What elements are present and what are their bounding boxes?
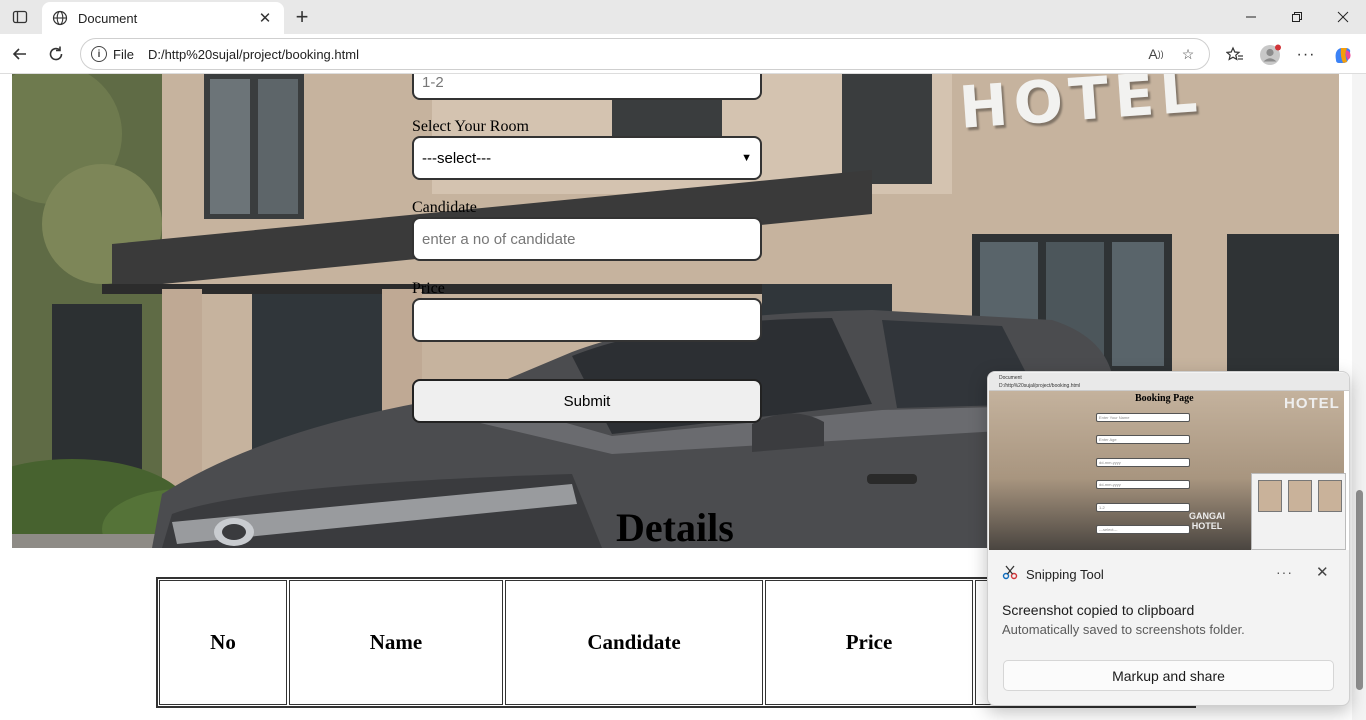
address-scheme: File [113,46,134,62]
scrollbar-thumb[interactable] [1356,490,1363,690]
tab-title: Document [78,10,138,26]
snipping-tool-app-name: Snipping Tool [1026,567,1104,582]
thumbnail-field: dd-mm-yyyy [1096,458,1190,467]
more-icon[interactable]: ··· [1293,42,1319,68]
markup-and-share-button[interactable]: Markup and share [1003,660,1334,691]
booking-form: 1-2 Select Your Room ---select--- ▼ Cand… [412,74,762,423]
thumbnail-field: dd-mm-yyyy [1096,480,1190,489]
copilot-icon[interactable] [1330,42,1356,68]
candidate-input[interactable]: enter a no of candidate [412,217,762,261]
address-url[interactable]: D:/http%20sujal/project/booking.html [148,47,1145,62]
column-header-name: Name [289,580,503,705]
room-select[interactable]: ---select--- ▼ [412,136,762,180]
thumbnail-field: Enter Age [1096,435,1190,444]
price-label: Price [412,280,445,297]
sidebar-icon[interactable] [8,7,32,27]
close-icon[interactable]: ✕ [1316,563,1329,581]
maximize-icon[interactable] [1274,0,1320,34]
notification-sub-message: Automatically saved to screenshots folde… [1002,622,1245,637]
chevron-down-icon: ▼ [741,152,752,164]
thumbnail-card [1288,480,1312,512]
thumbnail-page: Booking Page HOTEL Enter Your Name Enter… [989,391,1346,550]
close-icon[interactable]: ✕ [256,9,274,27]
close-window-icon[interactable] [1320,0,1366,34]
thumbnail-sign-line: HOTEL [1191,521,1223,531]
thumbnail-sign-line: GANGAI [1189,511,1225,521]
browser-toolbar: i File D:/http%20sujal/project/booking.h… [0,34,1366,74]
room-label: Select Your Room [412,118,529,135]
favorites-icon[interactable] [1222,42,1248,68]
address-bar[interactable]: i File D:/http%20sujal/project/booking.h… [80,38,1210,70]
screenshot-thumbnail[interactable]: Document D:/http%20sujal/project/booking… [989,373,1349,550]
thumbnail-tab-title: Document [999,375,1022,381]
favorite-star-icon[interactable]: ☆ [1177,43,1199,65]
notification-message: Screenshot copied to clipboard [1002,602,1195,618]
price-input[interactable] [412,298,762,342]
thumbnail-card [1318,480,1342,512]
read-aloud-icon[interactable]: A)) [1145,43,1167,65]
details-heading: Details [616,505,734,550]
globe-icon [52,10,68,26]
thumbnail-field: ---select--- [1096,525,1190,534]
minimize-icon[interactable] [1228,0,1274,34]
candidate-label: Candidate [412,199,477,216]
page-scrollbar[interactable] [1352,74,1366,720]
snipping-tool-notification: Document D:/http%20sujal/project/booking… [987,371,1350,706]
profile-icon[interactable] [1257,42,1283,68]
more-icon[interactable]: ··· [1276,564,1293,580]
thumbnail-browser-chrome: Document D:/http%20sujal/project/booking… [989,373,1349,391]
thumbnail-title: Booking Page [1135,393,1194,404]
thumbnail-field: Enter Your Name [1096,413,1190,422]
submit-button[interactable]: Submit [412,379,762,423]
thumbnail-hotel-sign: HOTEL [1284,395,1340,412]
column-header-no: No [159,580,287,705]
snipping-tool-header: Snipping Tool [1002,564,1104,585]
info-icon[interactable]: i [91,46,107,62]
plus-icon[interactable]: + [290,4,314,29]
tab-strip: Document ✕ + [0,0,1366,34]
thumbnail-url: D:/http%20sujal/project/booking.html [999,383,1081,389]
refresh-icon[interactable] [44,42,68,66]
thumbnail-sign: GANGAI HOTEL [1189,511,1225,531]
column-header-price: Price [765,580,973,705]
thumbnail-field: 1-2 [1096,503,1190,512]
back-icon[interactable] [8,42,32,66]
thumbnail-nested-screenshot [1251,473,1346,550]
room-select-value: ---select--- [422,149,492,167]
column-header-candidate: Candidate [505,580,763,705]
tab-document[interactable]: Document ✕ [42,2,284,34]
thumbnail-card [1258,480,1282,512]
snipping-tool-icon [1002,564,1018,585]
partial-input-field[interactable]: 1-2 [412,74,762,100]
